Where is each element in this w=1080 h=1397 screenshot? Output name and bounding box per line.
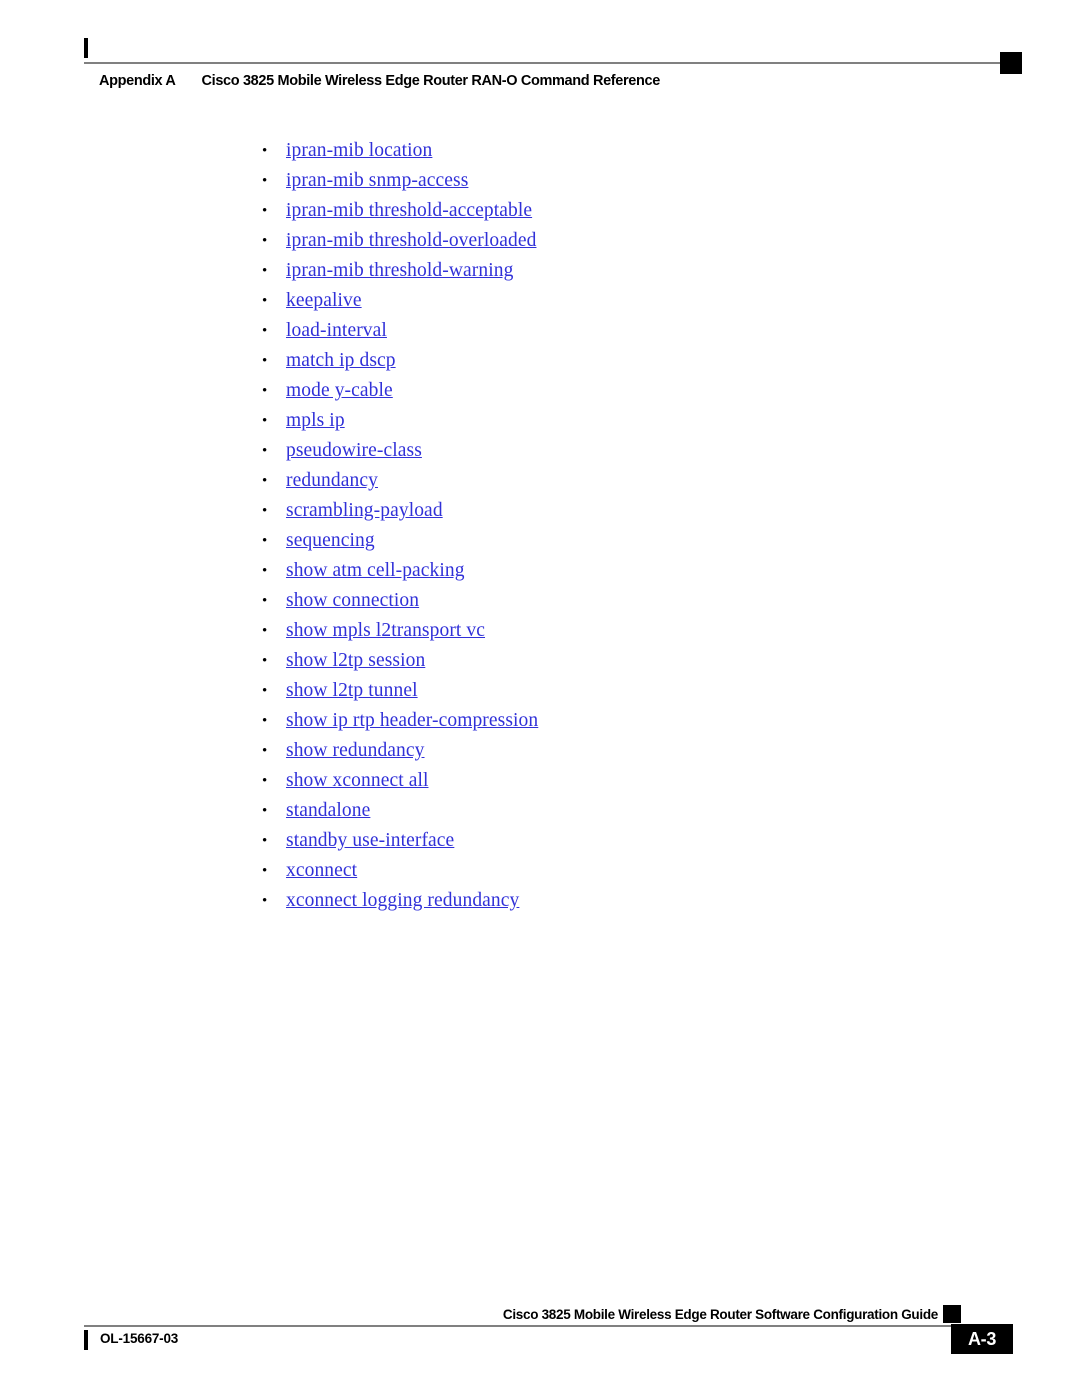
footer-left-marker bbox=[84, 1330, 88, 1350]
bullet-icon: • bbox=[262, 173, 268, 189]
list-item[interactable]: • standalone bbox=[259, 796, 959, 826]
command-link[interactable]: mpls ip bbox=[286, 410, 345, 431]
bullet-icon: • bbox=[262, 263, 268, 279]
header-text-group: Appendix A Cisco 3825 Mobile Wireless Edg… bbox=[99, 72, 660, 91]
bullet-icon: • bbox=[262, 413, 268, 429]
bullet-icon: • bbox=[262, 833, 268, 849]
bullet-icon: • bbox=[262, 203, 268, 219]
list-item[interactable]: • load-interval bbox=[259, 316, 959, 346]
bullet-icon: • bbox=[262, 503, 268, 519]
bullet-icon: • bbox=[262, 473, 268, 489]
list-item[interactable]: • xconnect logging redundancy bbox=[259, 886, 959, 916]
bullet-icon: • bbox=[262, 773, 268, 789]
bullet-icon: • bbox=[262, 713, 268, 729]
bullet-icon: • bbox=[262, 143, 268, 159]
list-item[interactable]: • ipran-mib threshold-acceptable bbox=[259, 196, 959, 226]
footer-guide-title: Cisco 3825 Mobile Wireless Edge Router S… bbox=[502, 1307, 938, 1322]
command-link[interactable]: ipran-mib threshold-acceptable bbox=[286, 200, 532, 221]
list-item[interactable]: • ipran-mib snmp-access bbox=[259, 166, 959, 196]
command-link[interactable]: show connection bbox=[286, 590, 419, 611]
bullet-icon: • bbox=[262, 653, 268, 669]
command-link[interactable]: ipran-mib snmp-access bbox=[286, 170, 468, 191]
list-item[interactable]: • show xconnect all bbox=[259, 766, 959, 796]
command-link[interactable]: redundancy bbox=[286, 470, 378, 491]
list-item[interactable]: • show connection bbox=[259, 586, 959, 616]
command-link[interactable]: sequencing bbox=[286, 530, 375, 551]
bullet-icon: • bbox=[262, 443, 268, 459]
list-item[interactable]: • pseudowire-class bbox=[259, 436, 959, 466]
list-item[interactable]: • keepalive bbox=[259, 286, 959, 316]
bullet-icon: • bbox=[262, 563, 268, 579]
bullet-icon: • bbox=[262, 293, 268, 309]
bullet-icon: • bbox=[262, 743, 268, 759]
list-item[interactable]: • standby use-interface bbox=[259, 826, 959, 856]
list-item[interactable]: • scrambling-payload bbox=[259, 496, 959, 526]
command-link[interactable]: show l2tp session bbox=[286, 650, 425, 671]
list-item[interactable]: • show ip rtp header-compression bbox=[259, 706, 959, 736]
footer-divider bbox=[84, 1325, 962, 1327]
list-item[interactable]: • show l2tp session bbox=[259, 646, 959, 676]
command-link[interactable]: standalone bbox=[286, 800, 370, 821]
command-link[interactable]: show l2tp tunnel bbox=[286, 680, 418, 701]
command-link[interactable]: ipran-mib threshold-warning bbox=[286, 260, 513, 281]
bullet-icon: • bbox=[262, 623, 268, 639]
command-link[interactable]: pseudowire-class bbox=[286, 440, 422, 461]
command-link[interactable]: match ip dscp bbox=[286, 350, 396, 371]
list-item[interactable]: • show atm cell-packing bbox=[259, 556, 959, 586]
header-corner-square bbox=[1000, 52, 1022, 74]
bullet-icon: • bbox=[262, 863, 268, 879]
header-document-title: Cisco 3825 Mobile Wireless Edge Router R… bbox=[201, 73, 661, 89]
footer-corner-square bbox=[943, 1305, 961, 1323]
command-link[interactable]: keepalive bbox=[286, 290, 362, 311]
command-link[interactable]: show redundancy bbox=[286, 740, 425, 761]
command-link[interactable]: show xconnect all bbox=[286, 770, 429, 791]
header-divider bbox=[84, 62, 1000, 64]
command-link[interactable]: xconnect logging redundancy bbox=[286, 890, 519, 911]
list-item[interactable]: • ipran-mib threshold-overloaded bbox=[259, 226, 959, 256]
bullet-icon: • bbox=[262, 233, 268, 249]
bullet-icon: • bbox=[262, 353, 268, 369]
bullet-icon: • bbox=[262, 533, 268, 549]
footer-page-number: A-3 bbox=[951, 1324, 1013, 1354]
bullet-icon: • bbox=[262, 593, 268, 609]
list-item[interactable]: • ipran-mib threshold-warning bbox=[259, 256, 959, 286]
list-item[interactable]: • match ip dscp bbox=[259, 346, 959, 376]
command-link[interactable]: standby use-interface bbox=[286, 830, 454, 851]
bullet-icon: • bbox=[262, 683, 268, 699]
bullet-icon: • bbox=[262, 383, 268, 399]
command-link[interactable]: ipran-mib threshold-overloaded bbox=[286, 230, 536, 251]
list-item[interactable]: • mpls ip bbox=[259, 406, 959, 436]
list-item[interactable]: • show l2tp tunnel bbox=[259, 676, 959, 706]
command-list: • ipran-mib location • ipran-mib snmp-ac… bbox=[259, 136, 959, 916]
command-link[interactable]: show atm cell-packing bbox=[286, 560, 465, 581]
list-item[interactable]: • show mpls l2transport vc bbox=[259, 616, 959, 646]
command-link[interactable]: show mpls l2transport vc bbox=[286, 620, 485, 641]
bullet-icon: • bbox=[262, 323, 268, 339]
command-link[interactable]: xconnect bbox=[286, 860, 357, 881]
list-item[interactable]: • show redundancy bbox=[259, 736, 959, 766]
header-appendix-label: Appendix A bbox=[99, 73, 176, 89]
command-link[interactable]: scrambling-payload bbox=[286, 500, 443, 521]
bullet-icon: • bbox=[262, 803, 268, 819]
list-item[interactable]: • redundancy bbox=[259, 466, 959, 496]
list-item[interactable]: • ipran-mib location bbox=[259, 136, 959, 166]
command-link[interactable]: load-interval bbox=[286, 320, 387, 341]
list-item[interactable]: • mode y-cable bbox=[259, 376, 959, 406]
bullet-icon: • bbox=[262, 893, 268, 909]
list-item[interactable]: • sequencing bbox=[259, 526, 959, 556]
command-link[interactable]: mode y-cable bbox=[286, 380, 393, 401]
list-item[interactable]: • xconnect bbox=[259, 856, 959, 886]
footer-document-id: OL-15667-03 bbox=[100, 1331, 179, 1346]
command-link[interactable]: ipran-mib location bbox=[286, 140, 432, 161]
command-link[interactable]: show ip rtp header-compression bbox=[286, 710, 538, 731]
